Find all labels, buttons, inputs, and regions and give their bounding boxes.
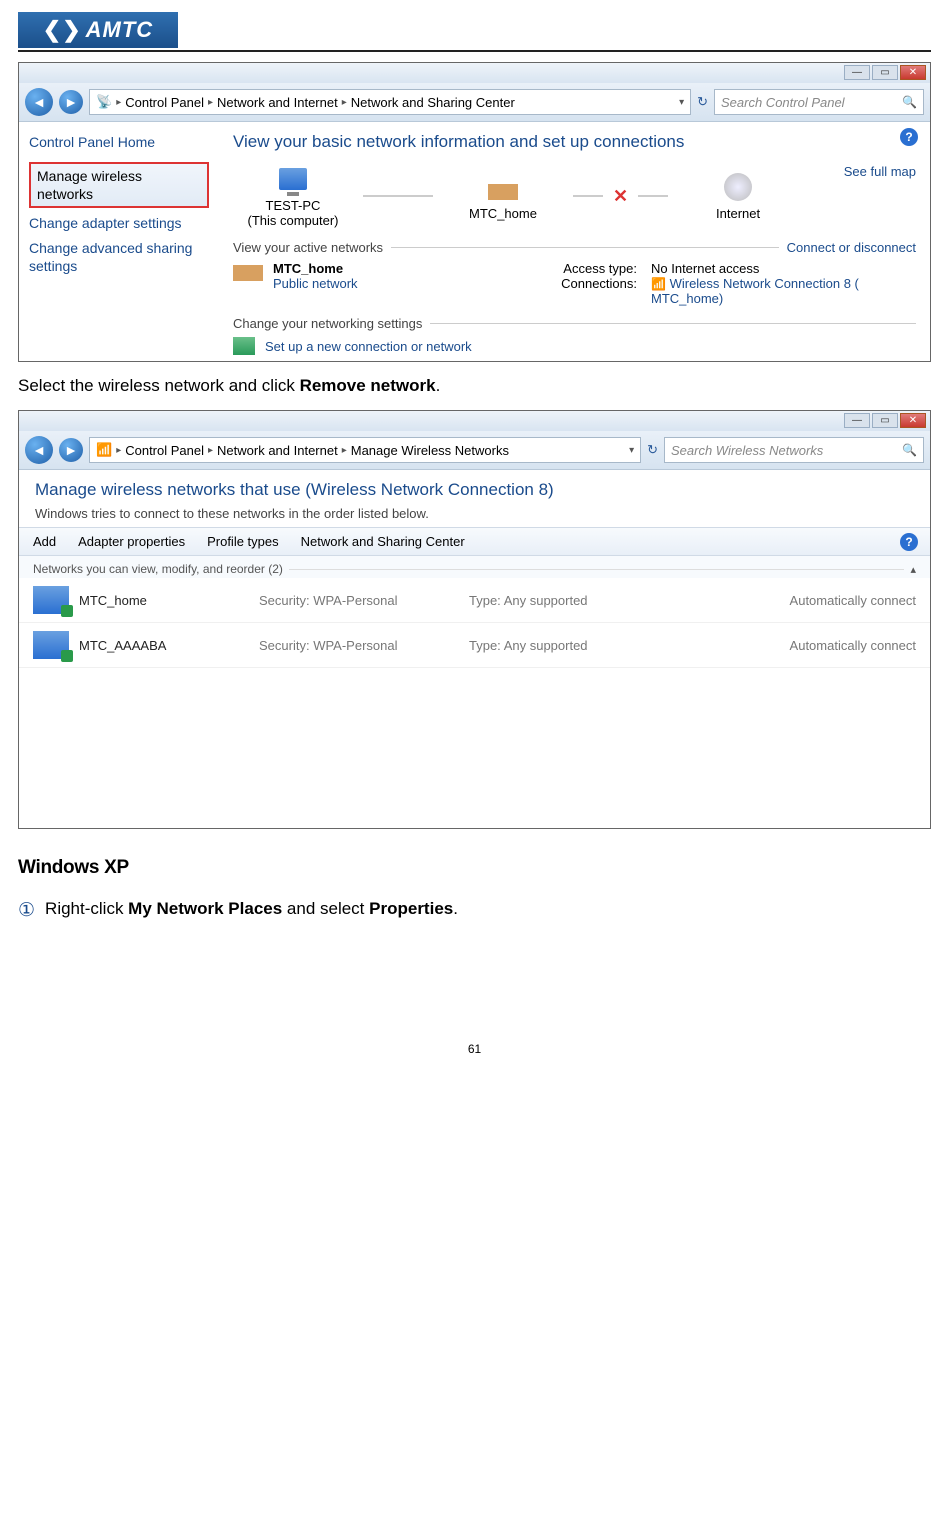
collapse-icon[interactable]: ▴ [910, 563, 916, 576]
sidebar: Control Panel Home Manage wireless netwo… [19, 122, 219, 361]
sidebar-change-sharing[interactable]: Change advanced sharing settings [29, 239, 209, 275]
control-panel-home-link[interactable]: Control Panel Home [29, 134, 209, 150]
minimize-button[interactable]: — [844, 65, 870, 80]
network-list-item[interactable]: MTC_AAAABA Security: WPA-Personal Type: … [19, 623, 930, 668]
wireless-network-icon [33, 631, 69, 659]
toolbar-network-sharing-center[interactable]: Network and Sharing Center [301, 534, 465, 549]
brand-logo: ❮❯AMTC [18, 12, 178, 48]
active-network-row: MTC_home Public network Access type: Con… [233, 261, 916, 306]
breadcrumb[interactable]: 📶▸ Control Panel▸ Network and Internet▸ … [89, 437, 641, 463]
nav-forward-button[interactable]: ► [59, 90, 83, 114]
wireless-network-icon [33, 586, 69, 614]
main-title: View your basic network information and … [233, 132, 916, 152]
sidebar-change-adapter[interactable]: Change adapter settings [29, 214, 209, 232]
connection-link[interactable]: Wireless Network Connection 8 ( MTC_home… [651, 276, 859, 306]
nav-back-button[interactable]: ◄ [25, 436, 53, 464]
map-node-pc: TEST-PC (This computer) [233, 164, 353, 228]
breadcrumb-item[interactable]: Control Panel▸ [125, 443, 213, 458]
signal-icon: 📶 [651, 277, 666, 291]
search-icon: 🔍 [902, 443, 917, 457]
address-bar: ◄ ► 📶▸ Control Panel▸ Network and Intern… [19, 431, 930, 470]
window-titlebar: — ▭ ✕ [19, 63, 930, 83]
manage-wireless-title: Manage wireless networks that use (Wirel… [35, 480, 914, 500]
bench-icon [233, 265, 263, 281]
connect-disconnect-link[interactable]: Connect or disconnect [787, 240, 916, 255]
toolbar-adapter-properties[interactable]: Adapter properties [78, 534, 185, 549]
sidebar-manage-wireless[interactable]: Manage wireless networks [29, 162, 209, 208]
bench-icon [488, 184, 518, 200]
search-input[interactable]: Search Wireless Networks🔍 [664, 437, 924, 463]
page-number: 61 [18, 1042, 931, 1056]
computer-icon [279, 168, 307, 190]
network-map: TEST-PC (This computer) MTC_home ✕ [233, 164, 844, 228]
globe-icon [724, 173, 752, 201]
search-icon: 🔍 [902, 95, 917, 109]
window-titlebar: — ▭ ✕ [19, 411, 930, 431]
refresh-icon[interactable]: ↻ [697, 94, 708, 110]
minimize-button[interactable]: — [844, 413, 870, 428]
section-heading-windows-xp: Windows XP [18, 857, 931, 879]
network-list: MTC_home Security: WPA-Personal Type: An… [19, 578, 930, 828]
nav-forward-button[interactable]: ► [59, 438, 83, 462]
breadcrumb-item[interactable]: Network and Internet▸ [217, 443, 347, 458]
toolbar: Add Adapter properties Profile types Net… [19, 527, 930, 556]
step-1: ① Right-click My Network Places and sele… [18, 899, 931, 922]
nav-back-button[interactable]: ◄ [25, 88, 53, 116]
breadcrumb-item[interactable]: Network and Internet▸ [217, 95, 347, 110]
manage-wireless-subtitle: Windows tries to connect to these networ… [35, 506, 914, 521]
screenshot-manage-wireless: — ▭ ✕ ◄ ► 📶▸ Control Panel▸ Network and … [18, 410, 931, 829]
network-list-item[interactable]: MTC_home Security: WPA-Personal Type: An… [19, 578, 930, 623]
breadcrumb-item[interactable]: Manage Wireless Networks [351, 443, 509, 458]
see-full-map-link[interactable]: See full map [844, 164, 916, 232]
breadcrumb-item[interactable]: Network and Sharing Center [351, 95, 515, 110]
toolbar-profile-types[interactable]: Profile types [207, 534, 279, 549]
main-pane: ? View your basic network information an… [219, 122, 930, 361]
network-group-label: Networks you can view, modify, and reord… [33, 562, 283, 576]
maximize-button[interactable]: ▭ [872, 413, 898, 428]
active-networks-label: View your active networks [233, 240, 383, 255]
breadcrumb-item[interactable]: Control Panel▸ [125, 95, 213, 110]
close-button[interactable]: ✕ [900, 413, 926, 428]
setup-connection-link[interactable]: Set up a new connection or network [265, 339, 472, 354]
help-icon[interactable]: ? [900, 533, 918, 551]
map-node-router: MTC_home [443, 172, 563, 221]
close-button[interactable]: ✕ [900, 65, 926, 80]
maximize-button[interactable]: ▭ [872, 65, 898, 80]
map-node-internet: Internet [678, 172, 798, 221]
screenshot-network-sharing-center: — ▭ ✕ ◄ ► 📡▸ Control Panel▸ Network and … [18, 62, 931, 362]
setup-connection-icon [233, 337, 255, 355]
step-number-icon: ① [18, 899, 35, 922]
change-settings-label: Change your networking settings [233, 316, 422, 331]
address-bar: ◄ ► 📡▸ Control Panel▸ Network and Intern… [19, 83, 930, 122]
toolbar-add[interactable]: Add [33, 534, 56, 549]
search-input[interactable]: Search Control Panel🔍 [714, 89, 924, 115]
instruction-text: Select the wireless network and click Re… [18, 376, 931, 396]
help-icon[interactable]: ? [900, 128, 918, 146]
refresh-icon[interactable]: ↻ [647, 442, 658, 458]
network-type-link[interactable]: Public network [273, 276, 358, 291]
doc-header: ❮❯AMTC [18, 12, 931, 52]
disconnected-icon: ✕ [613, 186, 628, 207]
breadcrumb[interactable]: 📡▸ Control Panel▸ Network and Internet▸ … [89, 89, 691, 115]
